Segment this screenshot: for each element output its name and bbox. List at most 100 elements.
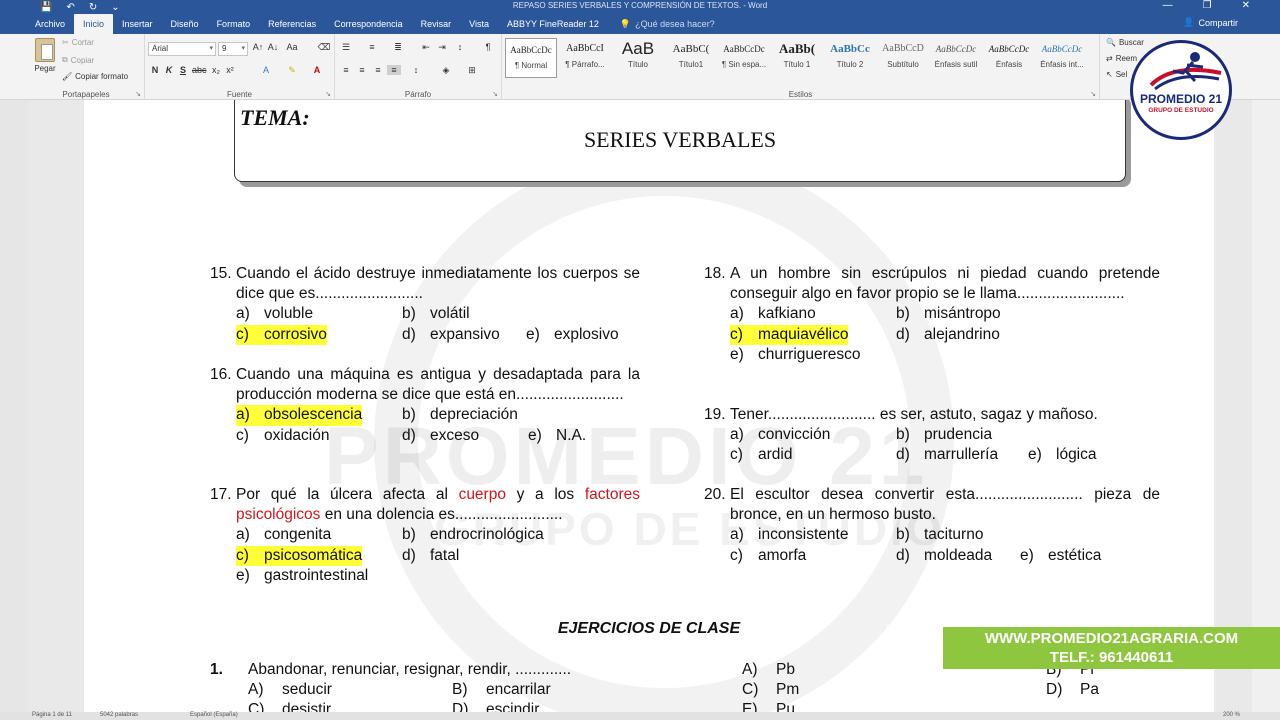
bold-icon[interactable]: N	[148, 65, 162, 75]
style-enfasis[interactable]: AaBbCcDc Énfasis	[983, 38, 1035, 78]
option-b: b) prudencia	[896, 426, 993, 444]
justify-icon[interactable]: ≡	[387, 65, 401, 75]
borders-icon[interactable]: ⊞	[465, 65, 479, 76]
italic-icon[interactable]: K	[162, 65, 176, 75]
option-d: D) escindir	[452, 701, 540, 712]
underline-icon[interactable]: S	[176, 65, 190, 75]
style-parrafo[interactable]: AaBbCcI ¶ Párrafo...	[559, 38, 611, 78]
minimize-button[interactable]: —	[1163, 0, 1173, 11]
style-subtitulo[interactable]: AaBbCcD Subtítulo	[877, 38, 929, 78]
question-stem: A un hombre sin escrúpulos ni piedad cua…	[730, 265, 1160, 303]
option-c-answer: c) maquiavélico	[730, 324, 849, 345]
pilcrow-icon[interactable]: ¶	[481, 42, 495, 52]
option-e: e) explosivo	[526, 325, 619, 343]
replace-icon: ⇄	[1106, 54, 1113, 63]
find-button[interactable]: 🔍 Buscar	[1106, 38, 1144, 47]
style-name: Énfasis	[995, 60, 1023, 69]
tab-archivo[interactable]: Archivo	[26, 14, 74, 34]
increase-indent-icon[interactable]: ⇥	[435, 42, 449, 53]
style-enfasis-sutil[interactable]: AaBbCcDc Énfasis sutil	[930, 38, 982, 78]
font-color-icon[interactable]: A	[310, 65, 324, 75]
cut-button[interactable]: ✂ Cortar	[62, 38, 94, 47]
align-right-icon[interactable]: ≡	[371, 65, 385, 75]
style-titulo1a[interactable]: AaBbC(Título1	[665, 38, 717, 78]
font-launcher-icon[interactable]: ↘	[325, 90, 331, 98]
style-sample: AaBbCcDc	[1041, 44, 1083, 54]
style-titulo-2[interactable]: AaBbCc Título 2	[824, 38, 876, 78]
style-enfasis-intenso[interactable]: AaBbCcDc Énfasis int...	[1036, 38, 1088, 78]
tab-vista[interactable]: Vista	[460, 14, 498, 34]
option-c: c) oxidación	[236, 426, 330, 444]
page-count[interactable]: Página 1 de 11	[32, 712, 72, 718]
dialog-launcher-icon[interactable]: ↘	[135, 90, 141, 98]
option-c: c) amorfa	[730, 546, 807, 564]
close-button[interactable]: ✕	[1242, 0, 1250, 11]
strikethrough-icon[interactable]: abc	[192, 65, 207, 75]
tab-inicio[interactable]: Inicio	[74, 14, 114, 34]
word-count[interactable]: 5042 palabras	[100, 712, 138, 718]
highlight-icon[interactable]: ✎	[285, 65, 299, 76]
right-option-d: D) Pa	[1046, 681, 1099, 699]
zoom-level[interactable]: 200 %	[1223, 712, 1240, 718]
style-titulo[interactable]: AaB Título	[612, 38, 664, 78]
option-a: a) kafkiano	[730, 305, 816, 323]
copy-button[interactable]: ⧉ Copiar	[62, 55, 94, 65]
copy-icon: ⧉	[62, 55, 68, 64]
option-e: e) churrigueresco	[730, 345, 861, 363]
shrink-font-icon[interactable]: A↓	[266, 42, 280, 52]
option-e: e) estética	[1020, 546, 1102, 564]
subscript-icon[interactable]: x₂	[209, 65, 223, 75]
style-titulo-1[interactable]: AaBb(Título 1	[771, 38, 823, 78]
multilevel-list-icon[interactable]: ≣	[391, 42, 405, 53]
clipboard-icon	[35, 38, 55, 62]
style-sin-espaciado[interactable]: AaBbCcDc ¶ Sin espa...	[718, 38, 770, 78]
right-option-e: E) Pu	[742, 701, 795, 712]
question-number: 19.	[704, 406, 726, 423]
grow-font-icon[interactable]: A↑	[251, 42, 265, 52]
share-button[interactable]: 👤 Compartir	[1183, 17, 1238, 28]
question-18: 18. A un hombre sin escrúpulos ni piedad …	[704, 264, 1160, 365]
tab-referencias[interactable]: Referencias	[259, 14, 325, 34]
tab-abbyy[interactable]: ABBYY FineReader 12	[498, 14, 608, 34]
format-painter-button[interactable]: 🖌 Copiar formato	[62, 72, 128, 81]
vertical-scrollbar[interactable]	[1252, 100, 1280, 712]
decrease-indent-icon[interactable]: ⇤	[419, 42, 433, 53]
style-normal[interactable]: AaBbCcDc ¶ Normal	[505, 38, 557, 78]
tab-formato[interactable]: Formato	[208, 14, 260, 34]
document-page[interactable]: PROMEDIO 21 GRUPO DE ESTUDIO TEMA: SERIE…	[84, 100, 1214, 712]
clipboard-group-label: Portapapeles	[62, 90, 110, 99]
question-stem: Por qué la úlcera afecta al cuerpo y a l…	[236, 486, 640, 524]
superscript-icon[interactable]: x²	[223, 65, 237, 75]
sort-icon[interactable]: ↕	[453, 42, 467, 52]
styles-launcher-icon[interactable]: ↘	[1090, 90, 1096, 98]
paste-button[interactable]: Pegar	[32, 38, 58, 73]
tab-revisar[interactable]: Revisar	[412, 14, 461, 34]
line-spacing-icon[interactable]: ↕	[409, 65, 423, 75]
language-indicator[interactable]: Español (España)	[190, 712, 238, 718]
bullets-icon[interactable]: ☰	[339, 42, 353, 53]
tab-insertar[interactable]: Insertar	[113, 14, 162, 34]
style-name: ¶ Sin espa...	[721, 60, 767, 69]
maximize-button[interactable]: ❐	[1203, 0, 1212, 11]
numbering-icon[interactable]: ≡	[365, 42, 379, 52]
tab-diseno[interactable]: Diseño	[162, 14, 208, 34]
text-effects-icon[interactable]: A	[259, 65, 273, 75]
clear-format-icon[interactable]: ⌫	[317, 42, 331, 53]
tab-correspondencia[interactable]: Correspondencia	[325, 14, 412, 34]
font-group-label: Fuente	[227, 90, 252, 99]
font-name-select[interactable]: Arial	[148, 42, 216, 56]
align-center-icon[interactable]: ≡	[355, 65, 369, 75]
status-bar: Página 1 de 11 5042 palabras Español (Es…	[0, 712, 1280, 720]
format-painter-label: Copiar formato	[75, 72, 129, 81]
option-e: e) lógica	[1028, 446, 1097, 464]
style-name: Énfasis int...	[1040, 60, 1084, 69]
change-case-icon[interactable]: Aa	[285, 42, 299, 52]
select-button[interactable]: ↖ Sel	[1106, 70, 1127, 79]
align-left-icon[interactable]: ≡	[339, 65, 353, 75]
shading-icon[interactable]: ◈	[439, 65, 453, 76]
style-sample: AaB	[621, 39, 655, 58]
replace-button[interactable]: ⇄ Reem	[1106, 54, 1137, 63]
paragraph-launcher-icon[interactable]: ↘	[492, 90, 498, 98]
tell-me-box[interactable]: 💡 ¿Qué desea hacer?	[608, 14, 727, 34]
font-size-select[interactable]: 9	[218, 42, 248, 56]
